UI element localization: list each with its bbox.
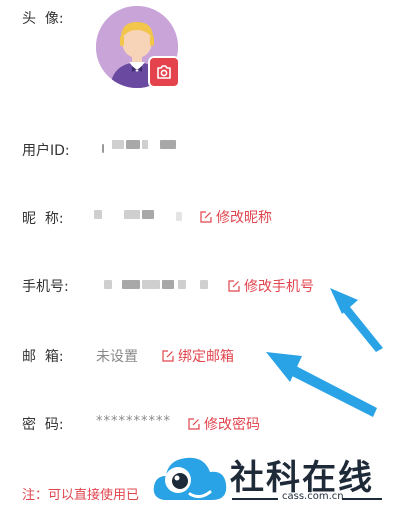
watermark-domain: cass.com.cn (282, 491, 344, 502)
watermark-rule-right (342, 498, 382, 500)
avatar-label: 头 像: (22, 11, 64, 27)
annotation-arrows (266, 288, 383, 417)
phone-label: 手机号: (22, 279, 69, 295)
watermark-logo: 社科在线 cass.com.cn (150, 448, 400, 514)
cloud-eye-icon (153, 457, 227, 500)
edit-icon (228, 280, 240, 292)
watermark-rule-left (232, 498, 278, 500)
edit-phone-link[interactable]: 修改手机号 (228, 276, 314, 296)
email-value: 未设置 (96, 349, 138, 365)
edit-password-label: 修改密码 (204, 417, 260, 433)
edit-nickname-label: 修改昵称 (216, 210, 272, 226)
edit-icon (200, 211, 212, 223)
edit-phone-label: 修改手机号 (244, 279, 314, 295)
bind-email-label: 绑定邮箱 (178, 349, 234, 365)
camera-icon (157, 65, 171, 79)
bind-email-link[interactable]: 绑定邮箱 (162, 346, 234, 366)
arrow-to-email-icon (266, 352, 377, 417)
edit-password-link[interactable]: 修改密码 (188, 414, 260, 434)
password-value: ********** (96, 414, 171, 429)
change-avatar-button[interactable] (148, 56, 180, 88)
note-text: 注：可以直接使用已 (22, 488, 140, 503)
edit-icon (162, 350, 174, 362)
nickname-label: 昵 称: (22, 211, 64, 227)
user-id-label: 用户ID: (22, 143, 70, 159)
password-label: 密 码: (22, 417, 64, 433)
edit-icon (188, 418, 200, 430)
arrow-to-phone-icon (330, 288, 383, 352)
edit-nickname-link[interactable]: 修改昵称 (200, 207, 272, 227)
email-label: 邮 箱: (22, 349, 64, 365)
